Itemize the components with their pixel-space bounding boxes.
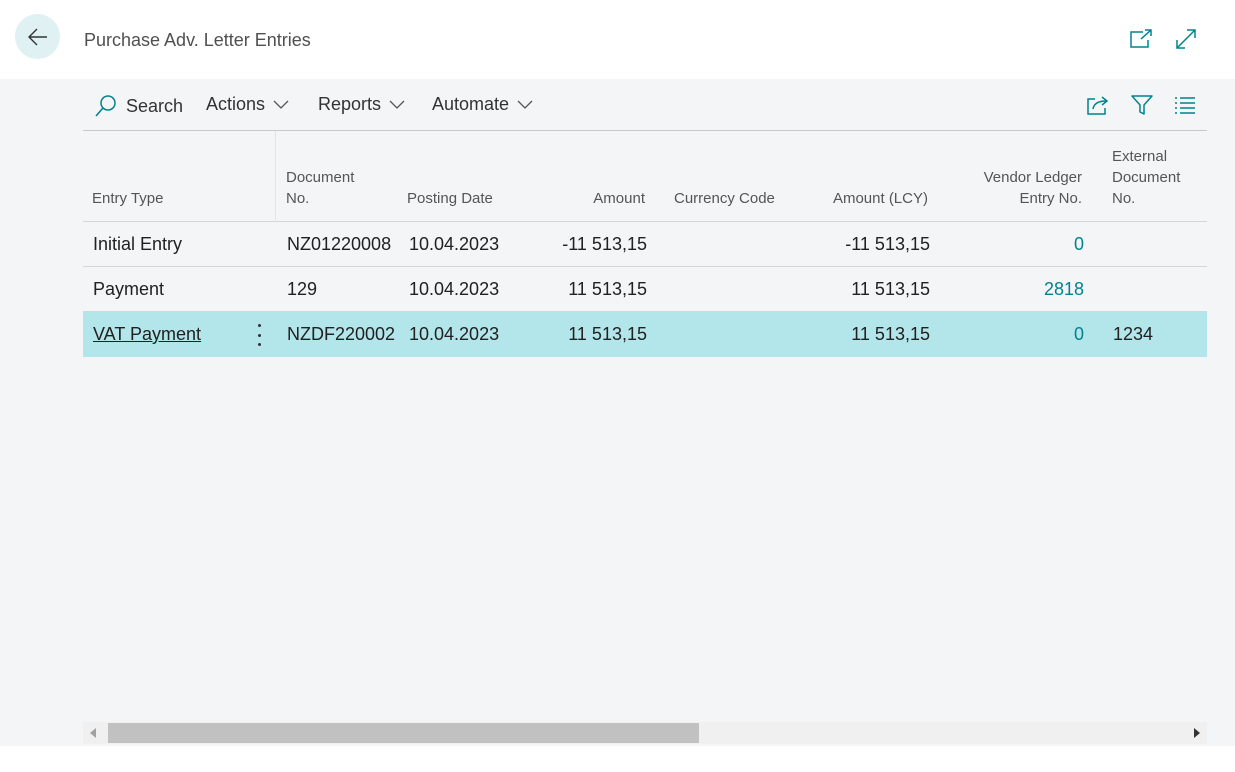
column-header-posting-date[interactable]: Posting Date bbox=[407, 188, 493, 209]
entry-type-cell: Payment bbox=[93, 279, 165, 299]
search-button[interactable]: Search bbox=[94, 94, 191, 118]
vendor-ledger-entry-no-link[interactable]: 2818 bbox=[1044, 279, 1084, 300]
automate-label: Automate bbox=[432, 94, 510, 114]
column-header-label: Document bbox=[286, 169, 355, 186]
list-view-icon bbox=[1175, 97, 1195, 114]
column-header-amount[interactable]: Amount bbox=[593, 188, 645, 209]
column-divider bbox=[275, 131, 276, 222]
amount-cell: 11 513,15 bbox=[568, 324, 647, 344]
footer-strip bbox=[0, 746, 1235, 772]
amount-cell: 11 513,15 bbox=[568, 279, 647, 299]
chevron-down-icon bbox=[389, 100, 405, 109]
scroll-right-arrow-icon[interactable] bbox=[1194, 728, 1200, 738]
document-no-cell: 129 bbox=[287, 279, 318, 299]
table-row-selected[interactable]: VAT Payment NZDF220002 10.04.2023 11 513… bbox=[83, 312, 1207, 357]
reports-label: Reports bbox=[318, 94, 382, 114]
vendor-ledger-entry-no-link[interactable]: 0 bbox=[1074, 234, 1084, 255]
chevron-down-icon bbox=[517, 100, 533, 109]
column-header-label: Vendor Ledger bbox=[983, 169, 1082, 186]
list-view-button[interactable] bbox=[1172, 92, 1198, 118]
table-row[interactable]: Initial Entry NZ01220008 10.04.2023 -11 … bbox=[83, 222, 1207, 267]
vendor-ledger-entry-no-link[interactable]: 0 bbox=[1074, 324, 1084, 345]
column-header-label: No. bbox=[1112, 190, 1136, 207]
arrow-left-icon bbox=[27, 28, 47, 45]
table-header: Entry Type Document No. Posting Date Amo… bbox=[83, 131, 1207, 222]
column-header-label: Document bbox=[1112, 169, 1181, 186]
column-header-label: Amount (LCY) bbox=[832, 190, 928, 207]
scrollbar-thumb[interactable] bbox=[108, 723, 699, 743]
entry-type-link[interactable]: VAT Payment bbox=[93, 324, 201, 345]
more-options-icon-dot bbox=[257, 343, 261, 346]
open-in-new-window-button[interactable] bbox=[1128, 26, 1154, 52]
row-menu-button[interactable] bbox=[251, 322, 267, 348]
column-header-document-no[interactable]: Document No. bbox=[286, 167, 354, 209]
reports-menu[interactable]: Reports bbox=[318, 94, 405, 115]
back-button[interactable] bbox=[15, 14, 60, 59]
column-header-amount-lcy[interactable]: Amount (LCY) bbox=[833, 188, 928, 209]
entry-type-cell: Initial Entry bbox=[93, 234, 183, 254]
column-header-label: Posting Date bbox=[407, 190, 493, 207]
filter-button[interactable] bbox=[1129, 92, 1155, 118]
more-options-icon-dot bbox=[257, 333, 261, 337]
share-button[interactable] bbox=[1085, 92, 1111, 118]
more-options-icon bbox=[257, 324, 261, 327]
column-header-currency-code[interactable]: Currency Code bbox=[674, 188, 775, 209]
column-header-entry-type[interactable]: Entry Type bbox=[92, 188, 163, 209]
column-header-label: External bbox=[1112, 148, 1168, 165]
posting-date-cell: 10.04.2023 bbox=[409, 279, 500, 299]
page-header: Purchase Adv. Letter Entries bbox=[0, 0, 1235, 79]
expand-button[interactable] bbox=[1173, 26, 1199, 52]
scroll-left-arrow-icon[interactable] bbox=[90, 728, 96, 738]
action-bar: Search Actions Reports Automate bbox=[83, 80, 1207, 131]
document-no-cell: NZDF220002 bbox=[287, 324, 396, 344]
amount-lcy-cell: -11 513,15 bbox=[845, 234, 930, 254]
column-header-label: Entry Type bbox=[92, 190, 164, 207]
amount-cell: -11 513,15 bbox=[562, 234, 647, 254]
column-header-label: No. bbox=[286, 190, 310, 207]
entries-table: Entry Type Document No. Posting Date Amo… bbox=[83, 131, 1207, 357]
automate-menu[interactable]: Automate bbox=[432, 94, 533, 115]
table-row[interactable]: Payment 129 10.04.2023 11 513,15 11 513,… bbox=[83, 267, 1207, 312]
column-header-vendor-ledger-entry-no[interactable]: Vendor Ledger Entry No. bbox=[984, 167, 1082, 209]
column-header-label: Entry No. bbox=[1019, 190, 1082, 207]
column-header-external-document-no[interactable]: External Document No. bbox=[1112, 146, 1180, 209]
column-header-label: Currency Code bbox=[674, 190, 775, 207]
open-in-new-window-icon bbox=[1130, 29, 1152, 48]
amount-lcy-cell: 11 513,15 bbox=[851, 324, 930, 344]
document-no-cell: NZ01220008 bbox=[287, 234, 392, 254]
column-header-label: Amount bbox=[593, 190, 645, 207]
page-title: Purchase Adv. Letter Entries bbox=[84, 30, 311, 50]
posting-date-cell: 10.04.2023 bbox=[409, 234, 500, 254]
search-label: Search bbox=[126, 95, 184, 116]
external-document-no-cell: 1234 bbox=[1113, 324, 1154, 344]
search-icon bbox=[95, 95, 116, 117]
share-icon bbox=[1087, 96, 1109, 115]
chevron-down-icon bbox=[273, 100, 289, 109]
amount-lcy-cell: 11 513,15 bbox=[851, 279, 930, 299]
actions-label: Actions bbox=[206, 94, 266, 114]
filter-icon bbox=[1131, 95, 1153, 115]
posting-date-cell: 10.04.2023 bbox=[409, 324, 500, 344]
actions-menu[interactable]: Actions bbox=[206, 94, 289, 115]
expand-icon bbox=[1176, 29, 1196, 49]
horizontal-scrollbar[interactable] bbox=[83, 722, 1207, 744]
